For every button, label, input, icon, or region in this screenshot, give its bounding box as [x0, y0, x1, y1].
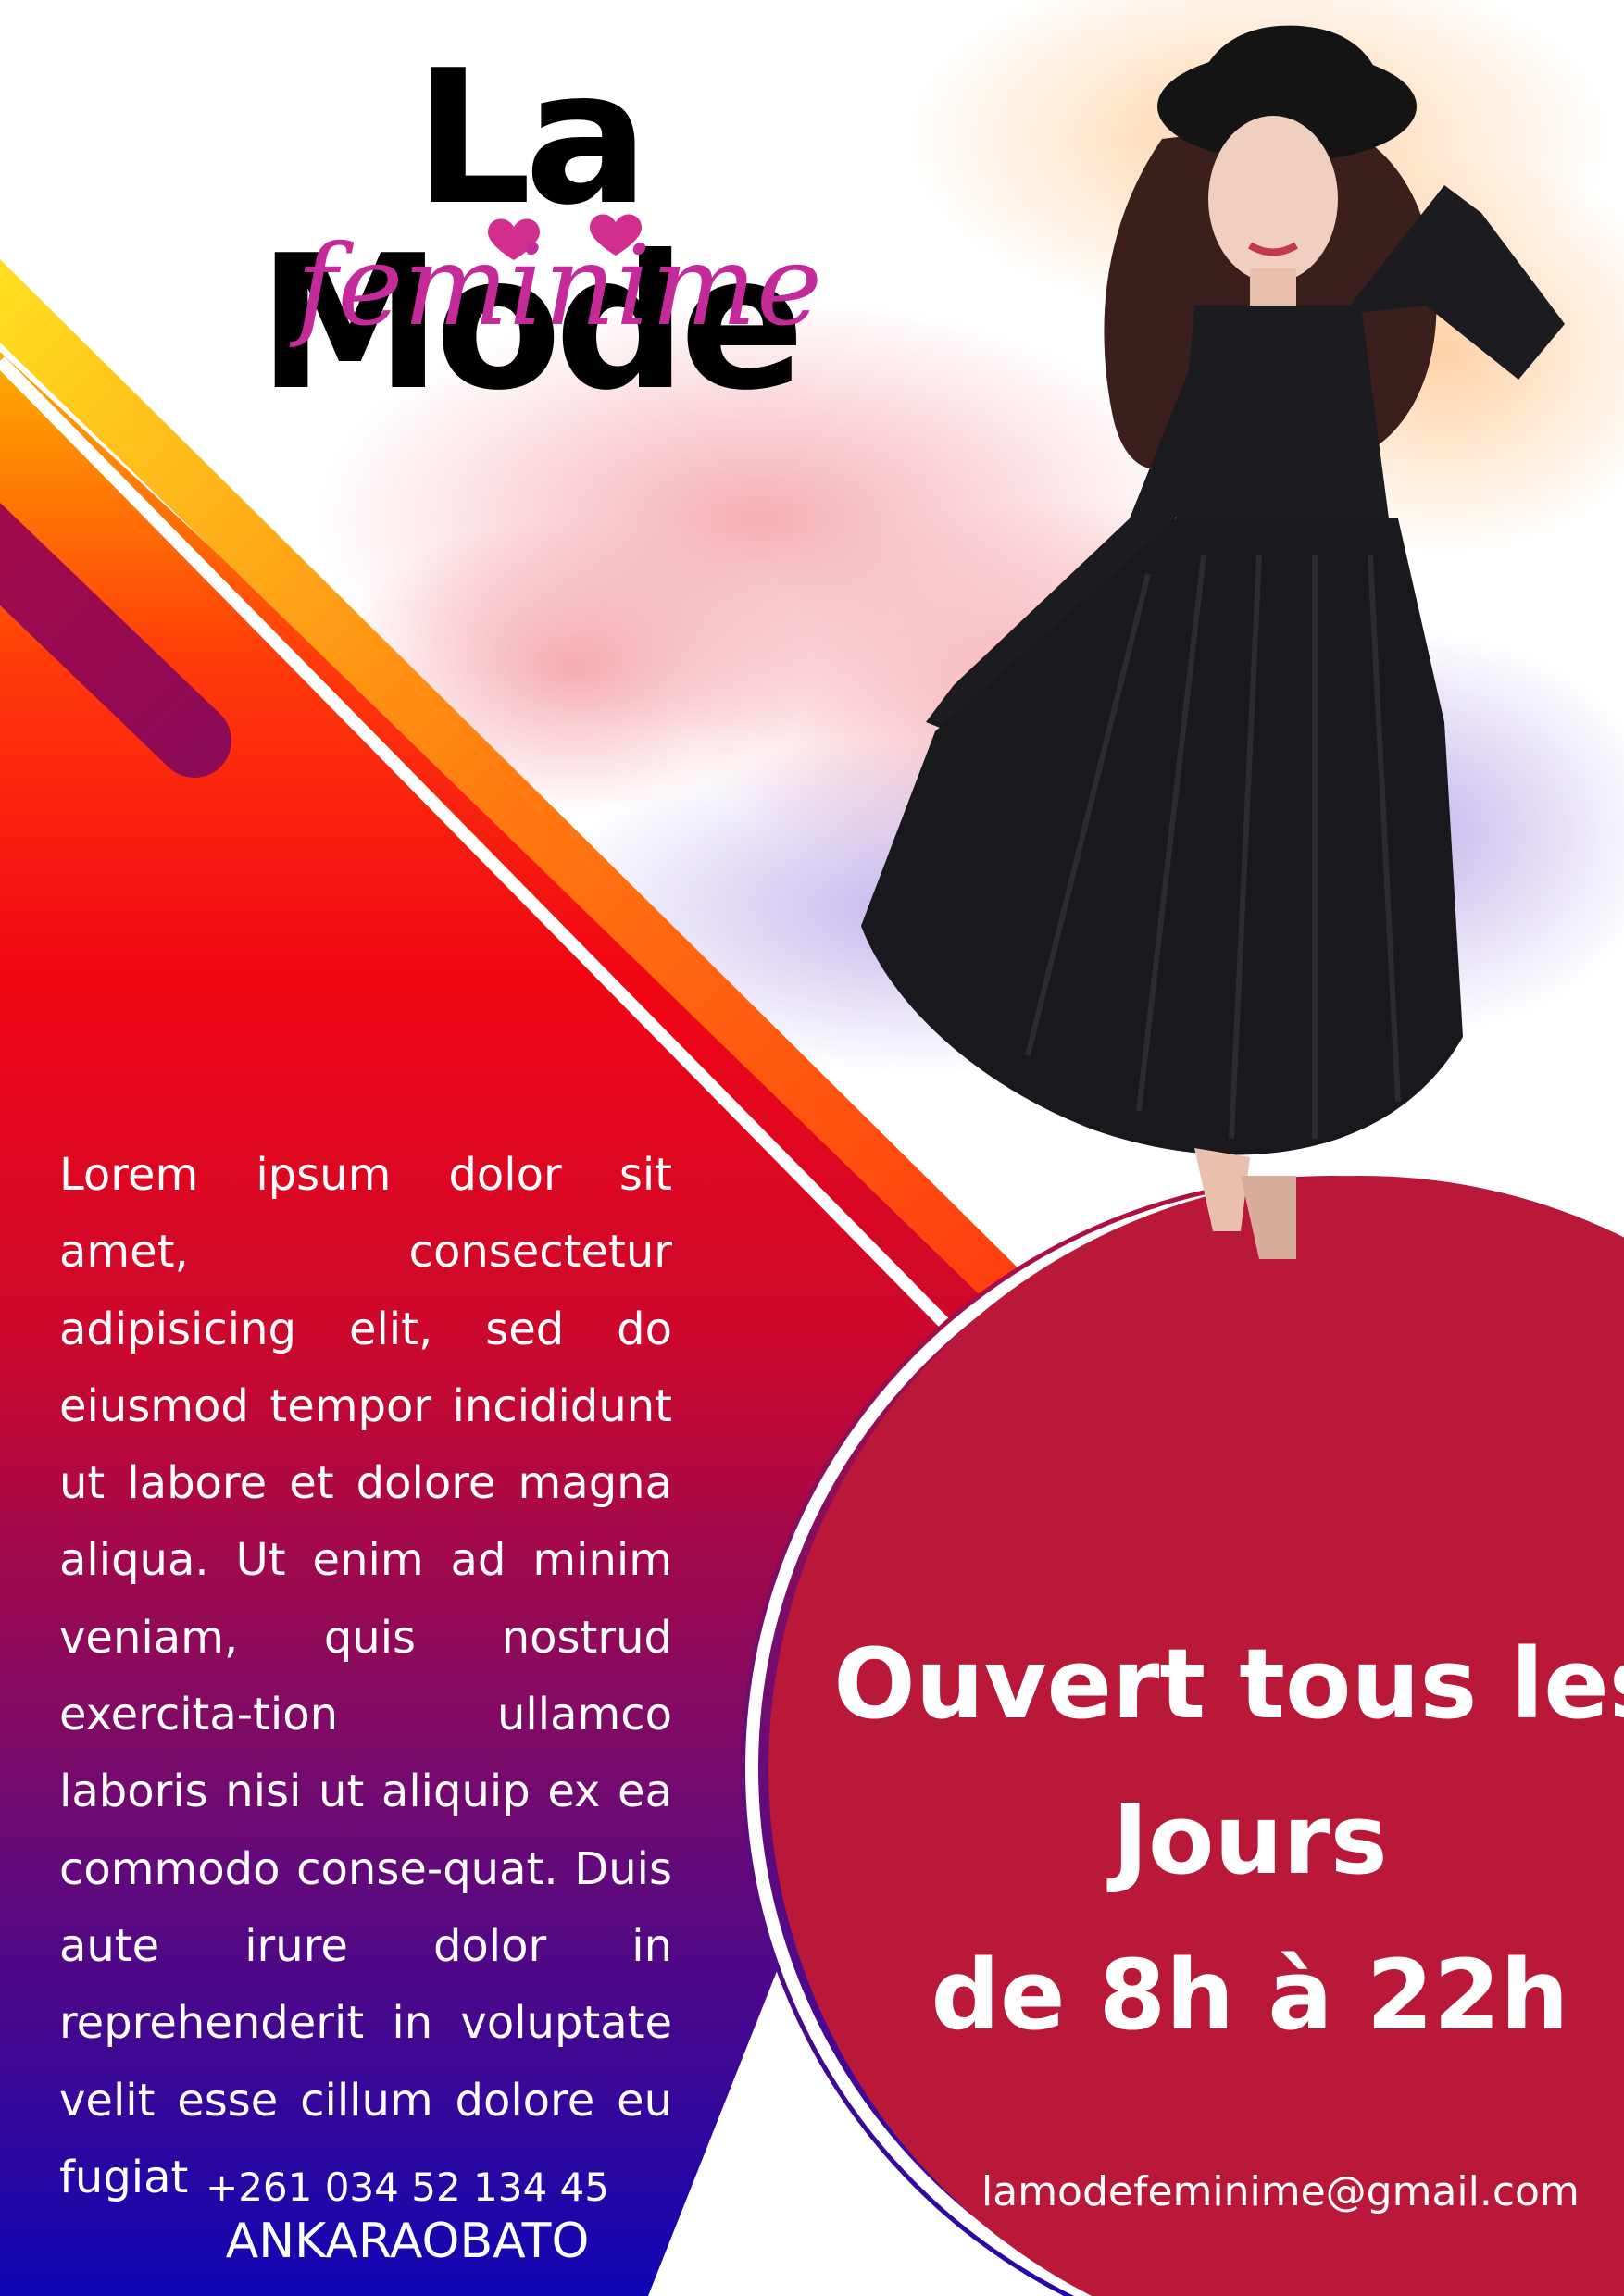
opening-hours: Ouvert tous les Jours de 8h à 22h: [833, 1606, 1624, 2073]
hours-line: Jours: [1112, 1783, 1388, 1896]
phone-number: +261 034 52 134 45: [206, 2165, 609, 2210]
body-paragraph: Lorem ipsum dolor sit amet, consectetur …: [59, 1149, 672, 2203]
brand-subtitle: feminime: [296, 222, 823, 351]
hours-line: Ouvert tous les: [833, 1628, 1624, 1741]
city-name: ANKARAOBATO: [225, 2214, 590, 2269]
hours-line: de 8h à 22h: [931, 1939, 1569, 2052]
email-address: lamodefeminime@gmail.com: [981, 2168, 1580, 2215]
flyer: La Mode feminime Lorem ipsum dolor sit a…: [0, 0, 1624, 2296]
